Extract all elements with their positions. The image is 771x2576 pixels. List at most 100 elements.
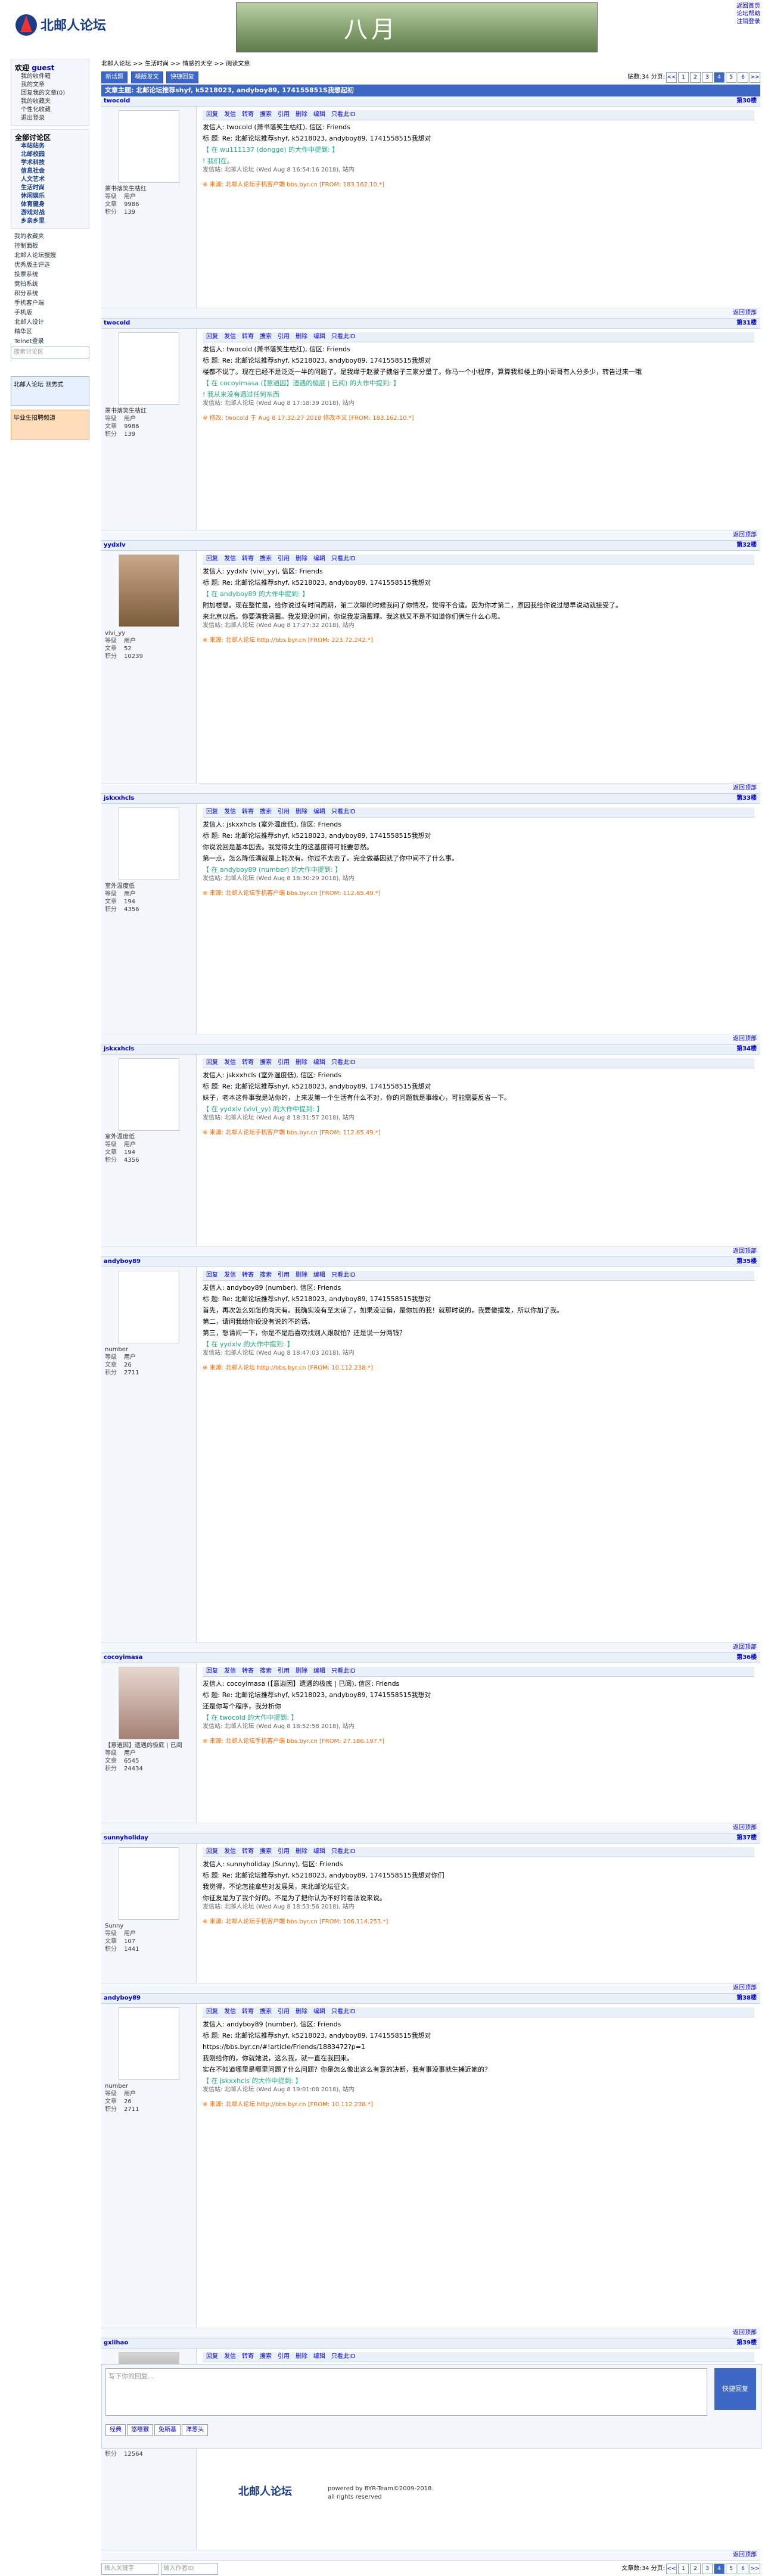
sidebar-board-item[interactable]: 人文艺术 [15,176,85,184]
action-link[interactable]: 编辑 [313,809,325,815]
page-link[interactable]: 3 [702,2563,713,2574]
action-link[interactable]: 搜索 [260,1668,272,1674]
page-link[interactable]: 2 [690,2563,701,2574]
action-link[interactable]: 删除 [296,556,307,562]
action-link[interactable]: 发信 [224,2009,236,2015]
post-author[interactable]: twocold [104,320,130,326]
avatar[interactable] [118,110,179,183]
sidebar-nav-item[interactable]: 北邮人设计 [11,318,89,328]
action-link[interactable]: 编辑 [313,1059,325,1066]
avatar[interactable] [118,1667,179,1739]
ad-banner-2[interactable]: 毕业生招聘频道 [11,410,89,439]
avatar[interactable] [118,2007,179,2080]
action-link[interactable]: 搜索 [260,1848,272,1855]
action-link[interactable]: 搜索 [260,2353,272,2360]
boards-title[interactable]: 全部讨论区 [15,132,85,142]
post-author[interactable]: twocold [104,98,130,104]
keyword-search-input[interactable]: 输入关键字 [101,2563,158,2575]
page-link[interactable]: << [666,2563,677,2574]
action-link[interactable]: 搜索 [260,1059,272,1066]
avatar[interactable] [118,332,179,405]
action-link[interactable]: 删除 [296,1668,307,1674]
page-link[interactable]: 6 [738,72,748,83]
sidebar-user-link[interactable]: 回复我的文章(0) [15,89,85,98]
action-link[interactable]: 转寄 [242,809,254,815]
action-link[interactable]: 发信 [224,1272,236,1278]
action-link[interactable]: 编辑 [313,2009,325,2015]
action-link[interactable]: 删除 [296,2009,307,2015]
sidebar-nav-item[interactable]: 竞拍系统 [11,280,89,289]
action-link[interactable]: 只看此ID [331,1272,356,1278]
action-link[interactable]: 引用 [278,556,290,562]
action-link[interactable]: 回复 [206,556,218,562]
action-link[interactable]: 只看此ID [331,1059,356,1066]
avatar[interactable] [118,1847,179,1920]
action-link[interactable]: 转寄 [242,1668,254,1674]
post-author[interactable]: sunnyholiday [104,1835,148,1841]
sidebar-user-link[interactable]: 我的文章 [15,81,85,89]
sidebar-nav-item[interactable]: 优秀版主评选 [11,261,89,270]
emote-tab[interactable]: 悠嘻猴 [127,2424,153,2436]
action-link[interactable]: 引用 [278,1059,290,1066]
page-link[interactable]: 3 [702,72,713,83]
action-link[interactable]: 编辑 [313,2353,325,2360]
action-link[interactable]: 搜索 [260,556,272,562]
back-to-top-link[interactable]: 返回顶部 [733,1823,757,1833]
action-link[interactable]: 发信 [224,1848,236,1855]
action-link[interactable]: 只看此ID [331,809,356,815]
action-link[interactable]: 搜索 [260,2009,272,2015]
back-to-top-link[interactable]: 返回顶部 [733,2328,757,2338]
action-link[interactable]: 回复 [206,2353,218,2360]
post-author[interactable]: cocoyimasa [104,1654,142,1661]
user-link[interactable]: guest [32,64,54,72]
sidebar-board-item[interactable]: 信息社会 [15,167,85,176]
action-link[interactable]: 回复 [206,1668,218,1674]
action-link[interactable]: 删除 [296,1272,307,1278]
template-post-button[interactable]: 模版发文 [130,71,163,83]
post-author[interactable]: jskxxhcls [104,1046,134,1052]
avatar[interactable] [118,554,179,627]
page-link[interactable]: >> [750,72,760,83]
action-link[interactable]: 搜索 [260,1272,272,1278]
sidebar-nav-item[interactable]: Telnet登录 [11,337,89,347]
sidebar-user-link[interactable]: 退出登录 [15,114,85,123]
sidebar-nav-item[interactable]: 积分系统 [11,289,89,299]
avatar[interactable] [118,1058,179,1131]
page-link[interactable]: 5 [726,2563,736,2574]
sidebar-user-link[interactable]: 我的收件箱 [15,73,85,81]
action-link[interactable]: 回复 [206,1272,218,1278]
top-link-home[interactable]: 返回首页 [736,2,760,10]
back-to-top-link[interactable]: 返回顶部 [733,1247,757,1256]
sidebar-user-link[interactable]: 我的收藏夹 [15,98,85,106]
back-to-top-link[interactable]: 返回顶部 [733,1034,757,1044]
sidebar-board-item[interactable]: 乡亲乡里 [15,217,85,226]
page-link[interactable]: 6 [738,2563,748,2574]
post-author[interactable]: gxlihao [104,2340,128,2346]
action-link[interactable]: 发信 [224,111,236,118]
action-link[interactable]: 转寄 [242,556,254,562]
action-link[interactable]: 发信 [224,556,236,562]
action-link[interactable]: 编辑 [313,1668,325,1674]
action-link[interactable]: 只看此ID [331,2009,356,2015]
action-link[interactable]: 回复 [206,333,218,340]
emote-tab[interactable]: 兔斯基 [154,2424,181,2436]
action-link[interactable]: 编辑 [313,111,325,118]
action-link[interactable]: 只看此ID [331,2353,356,2360]
action-link[interactable]: 回复 [206,2009,218,2015]
ad-banner-1[interactable]: 北邮人论坛 测男式 [11,376,89,406]
action-link[interactable]: 转寄 [242,1059,254,1066]
sidebar-nav-item[interactable]: 北邮人论坛搜搜 [11,251,89,261]
sidebar-nav-item[interactable]: 投票系统 [11,270,89,280]
action-link[interactable]: 搜索 [260,333,272,340]
sidebar-nav-item[interactable]: 精华区 [11,328,89,337]
page-link[interactable]: 1 [678,2563,689,2574]
action-link[interactable]: 转寄 [242,2009,254,2015]
action-link[interactable]: 发信 [224,809,236,815]
emote-tab[interactable]: 经典 [105,2424,126,2436]
action-link[interactable]: 引用 [278,111,290,118]
action-link[interactable]: 搜索 [260,809,272,815]
page-link[interactable]: 2 [690,72,701,83]
sidebar-board-item[interactable]: 休闲娱乐 [15,192,85,201]
emote-tab[interactable]: 洋葱头 [182,2424,208,2436]
sidebar-board-item[interactable]: 体育健身 [15,201,85,209]
